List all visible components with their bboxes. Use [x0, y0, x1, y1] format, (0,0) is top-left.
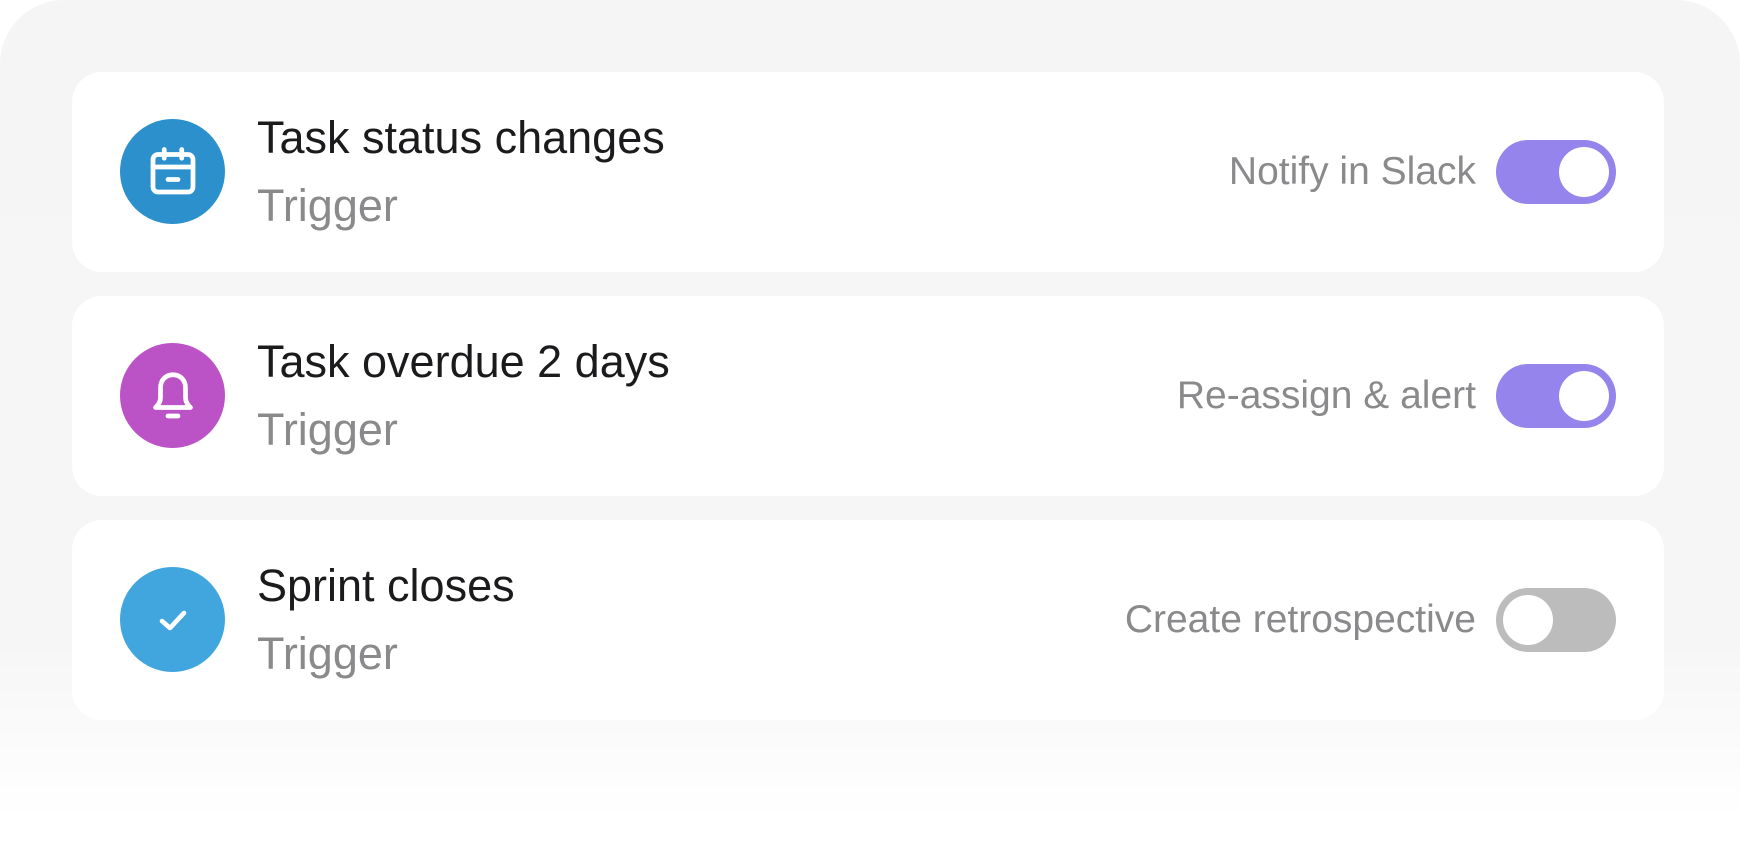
toggle-knob: [1559, 147, 1609, 197]
toggle-knob: [1559, 371, 1609, 421]
action-label: Re-assign & alert: [1176, 374, 1476, 417]
rule-action: Create retrospective: [1125, 520, 1616, 720]
rule-text: Task status changes Trigger: [257, 110, 665, 234]
bell-icon: [120, 343, 225, 448]
calendar-icon: [120, 119, 225, 224]
automation-rule-card: Task status changes Trigger Notify in Sl…: [72, 72, 1664, 272]
rule-text: Sprint closes Trigger: [257, 558, 515, 682]
automation-panel: Task status changes Trigger Notify in Sl…: [0, 0, 1740, 850]
automation-rule-list: Task status changes Trigger Notify in Sl…: [72, 72, 1664, 744]
rule-title: Task status changes: [257, 112, 665, 163]
rule-title: Task overdue 2 days: [257, 336, 670, 387]
rule-text: Task overdue 2 days Trigger: [257, 334, 670, 458]
automation-rule-card: Sprint closes Trigger Create retrospecti…: [72, 520, 1664, 720]
action-label: Create retrospective: [1124, 598, 1476, 641]
create-retrospective-toggle[interactable]: [1496, 588, 1616, 652]
rule-subtitle: Trigger: [257, 628, 398, 679]
rule-subtitle: Trigger: [257, 180, 398, 231]
check-icon: [120, 567, 225, 672]
rule-action: Re-assign & alert: [1177, 296, 1616, 496]
rule-subtitle: Trigger: [257, 404, 398, 455]
reassign-alert-toggle[interactable]: [1496, 364, 1616, 428]
rule-action: Notify in Slack: [1229, 72, 1616, 272]
action-label: Notify in Slack: [1228, 150, 1476, 193]
notify-slack-toggle[interactable]: [1496, 140, 1616, 204]
rule-title: Sprint closes: [257, 560, 515, 611]
toggle-knob: [1503, 595, 1553, 645]
automation-rule-card: Task overdue 2 days Trigger Re-assign & …: [72, 296, 1664, 496]
